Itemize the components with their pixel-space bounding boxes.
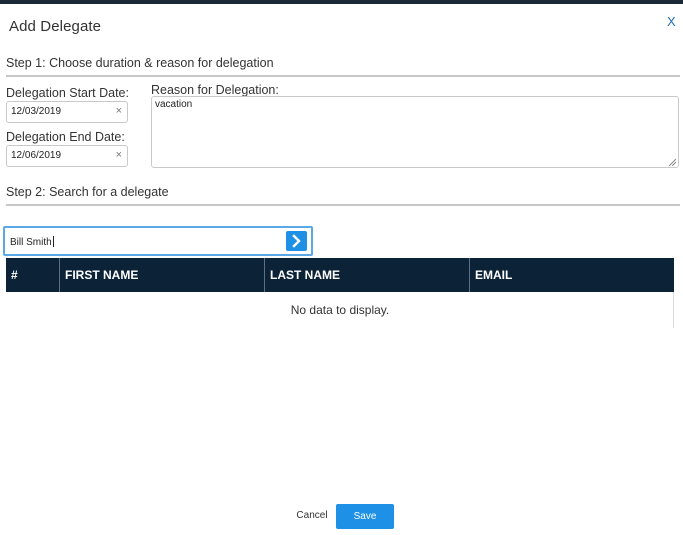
- column-header-email[interactable]: EMAIL: [470, 258, 674, 292]
- step1-heading: Step 1: Choose duration & reason for del…: [6, 56, 274, 70]
- reason-label: Reason for Delegation:: [151, 83, 279, 97]
- dialog-title: Add Delegate: [9, 18, 102, 35]
- step1-divider: [6, 75, 680, 77]
- reason-value: vacation: [155, 99, 193, 110]
- column-header-last-name[interactable]: LAST NAME: [265, 258, 470, 292]
- top-border: [0, 0, 683, 4]
- start-date-label: Delegation Start Date:: [6, 86, 129, 100]
- column-header-number[interactable]: #: [6, 258, 60, 292]
- end-date-field[interactable]: 12/06/2019 ×: [6, 145, 128, 167]
- reason-textarea[interactable]: vacation: [151, 96, 679, 168]
- chevron-right-icon: [292, 234, 301, 248]
- end-date-value: 12/06/2019: [11, 150, 62, 161]
- step2-divider: [6, 204, 680, 206]
- close-button[interactable]: X: [667, 14, 676, 29]
- step2-heading: Step 2: Search for a delegate: [6, 185, 169, 199]
- end-date-label: Delegation End Date:: [6, 130, 125, 144]
- search-go-button[interactable]: [286, 231, 307, 251]
- start-date-field[interactable]: 12/03/2019 ×: [6, 101, 128, 123]
- grid-body: No data to display.: [6, 292, 674, 328]
- column-header-first-name[interactable]: FIRST NAME: [60, 258, 265, 292]
- clear-start-date-icon[interactable]: ×: [116, 105, 122, 117]
- empty-grid-message: No data to display.: [290, 303, 390, 317]
- resize-grip-icon[interactable]: [668, 158, 676, 166]
- text-caret: [52, 236, 54, 247]
- delegate-search-input[interactable]: Bill Smith: [3, 226, 313, 256]
- clear-end-date-icon[interactable]: ×: [116, 149, 122, 161]
- start-date-value: 12/03/2019: [11, 106, 62, 117]
- cancel-button[interactable]: Cancel: [290, 504, 334, 528]
- grid-header: # FIRST NAME LAST NAME EMAIL: [6, 258, 674, 292]
- search-value: Bill Smith: [10, 237, 52, 248]
- save-button[interactable]: Save: [336, 504, 394, 529]
